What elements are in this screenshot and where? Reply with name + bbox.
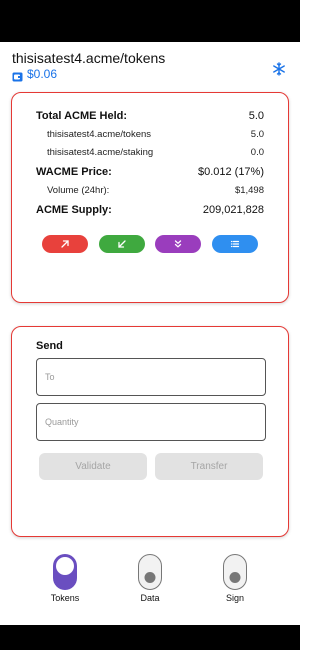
list-icon bbox=[230, 240, 240, 248]
account-header: thisisatest4.acme/tokens $0.06 bbox=[12, 50, 288, 82]
tab-tokens[interactable]: Tokens bbox=[40, 554, 90, 603]
volume-row: Volume (24hr): $1,498 bbox=[36, 185, 264, 196]
receive-button[interactable] bbox=[98, 235, 145, 253]
volume-value: $1,498 bbox=[234, 185, 264, 196]
stake-button[interactable] bbox=[155, 235, 202, 253]
quantity-input[interactable] bbox=[36, 403, 266, 441]
tab-data[interactable]: Data bbox=[125, 554, 175, 603]
total-held-value: 5.0 bbox=[248, 110, 264, 122]
status-bar bbox=[0, 0, 300, 42]
account-row: thisisatest4.acme/staking 0.0 bbox=[36, 147, 264, 158]
account-name: thisisatest4.acme/tokens bbox=[12, 50, 166, 66]
send-button[interactable] bbox=[42, 235, 88, 253]
validate-button[interactable]: Validate bbox=[39, 453, 147, 480]
send-card: Send Validate Transfer bbox=[11, 326, 289, 537]
supply-row: ACME Supply: 209,021,828 bbox=[36, 204, 264, 216]
balance-value: $0.06 bbox=[27, 67, 58, 81]
toggle-off-icon bbox=[138, 554, 162, 590]
token-summary-card: Total ACME Held: 5.0 thisisatest4.acme/t… bbox=[11, 92, 289, 303]
supply-label: ACME Supply: bbox=[36, 204, 112, 216]
wallet-icon bbox=[12, 69, 23, 82]
account-row-name: thisisatest4.acme/staking bbox=[47, 147, 154, 158]
arrow-down-left-icon bbox=[118, 240, 126, 248]
history-button[interactable] bbox=[211, 235, 258, 253]
tab-label: Sign bbox=[225, 593, 244, 603]
total-held-row: Total ACME Held: 5.0 bbox=[36, 110, 264, 122]
send-title: Send bbox=[36, 340, 63, 352]
double-chevron-down-icon bbox=[175, 240, 182, 248]
toggle-off-icon bbox=[223, 554, 247, 590]
transfer-button[interactable]: Transfer bbox=[155, 453, 263, 480]
price-value: $0.012 (17%) bbox=[197, 166, 264, 178]
to-input[interactable] bbox=[36, 358, 266, 396]
price-row: WACME Price: $0.012 (17%) bbox=[36, 166, 264, 178]
tab-sign[interactable]: Sign bbox=[210, 554, 260, 603]
account-row-value: 5.0 bbox=[250, 129, 264, 140]
balance-row: $0.06 bbox=[12, 67, 288, 82]
supply-value: 209,021,828 bbox=[202, 204, 264, 216]
account-row-name: thisisatest4.acme/tokens bbox=[47, 129, 152, 140]
home-indicator-bar bbox=[0, 625, 300, 650]
price-label: WACME Price: bbox=[36, 166, 112, 178]
tab-label: Tokens bbox=[50, 593, 80, 603]
volume-label: Volume (24hr): bbox=[47, 185, 110, 196]
snowflake-icon[interactable] bbox=[272, 62, 286, 76]
arrow-up-right-icon bbox=[61, 240, 69, 248]
tab-label: Data bbox=[140, 593, 160, 603]
action-buttons bbox=[42, 235, 258, 253]
toggle-on-icon bbox=[53, 554, 77, 590]
send-button-row: Validate Transfer bbox=[39, 453, 263, 480]
total-held-label: Total ACME Held: bbox=[36, 110, 128, 122]
bottom-tab-bar: Tokens Data Sign bbox=[0, 550, 300, 610]
account-row-value: 0.0 bbox=[250, 147, 264, 158]
account-row: thisisatest4.acme/tokens 5.0 bbox=[36, 129, 264, 140]
